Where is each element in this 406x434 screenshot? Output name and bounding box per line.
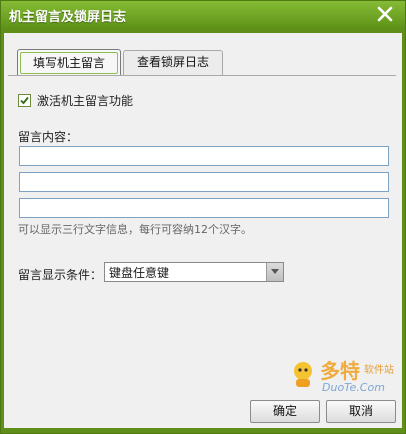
condition-value: 键盘任意键 (109, 265, 170, 280)
hint-text: 可以显示三行文字信息，每行可容纳12个汉字。 (18, 223, 252, 236)
titlebar[interactable]: 机主留言及锁屏日志 (1, 1, 405, 28)
activate-row[interactable]: 激活机主留言功能 (18, 92, 133, 108)
tab-panel: 激活机主留言功能 留言内容： 可以显示三行文字信息，每行可容纳12个汉字。 留言… (8, 75, 396, 383)
dropdown-arrow[interactable] (266, 263, 283, 281)
ok-button[interactable]: 确定 (250, 400, 320, 423)
activate-checkbox[interactable] (18, 93, 31, 107)
close-button[interactable] (375, 4, 395, 24)
tab-view-lock-log[interactable]: 查看锁屏日志 (123, 50, 223, 75)
message-line-1[interactable] (19, 146, 389, 166)
chevron-down-icon (271, 269, 279, 274)
activate-label: 激活机主留言功能 (37, 93, 134, 108)
message-line-2[interactable] (19, 172, 389, 192)
condition-select[interactable]: 键盘任意键 (104, 262, 284, 282)
dialog-client: 填写机主留言 查看锁屏日志 激活机主留言功能 留言内容： 可以显示三行文字信息，… (4, 33, 402, 428)
checkmark-icon (20, 96, 29, 104)
condition-label: 留言显示条件： (18, 268, 103, 282)
tab-write-message[interactable]: 填写机主留言 (17, 49, 121, 76)
tab-write-message-label: 填写机主留言 (20, 52, 118, 74)
window-title: 机主留言及锁屏日志 (9, 10, 127, 25)
button-bar: 确定 取消 (4, 385, 402, 428)
message-line-3[interactable] (19, 198, 389, 218)
cancel-button[interactable]: 取消 (326, 400, 396, 423)
content-label: 留言内容： (18, 130, 79, 144)
close-icon (377, 6, 393, 22)
dialog-window: 机主留言及锁屏日志 填写机主留言 查看锁屏日志 激活机主留言功能 留言内容： 可… (0, 0, 406, 434)
